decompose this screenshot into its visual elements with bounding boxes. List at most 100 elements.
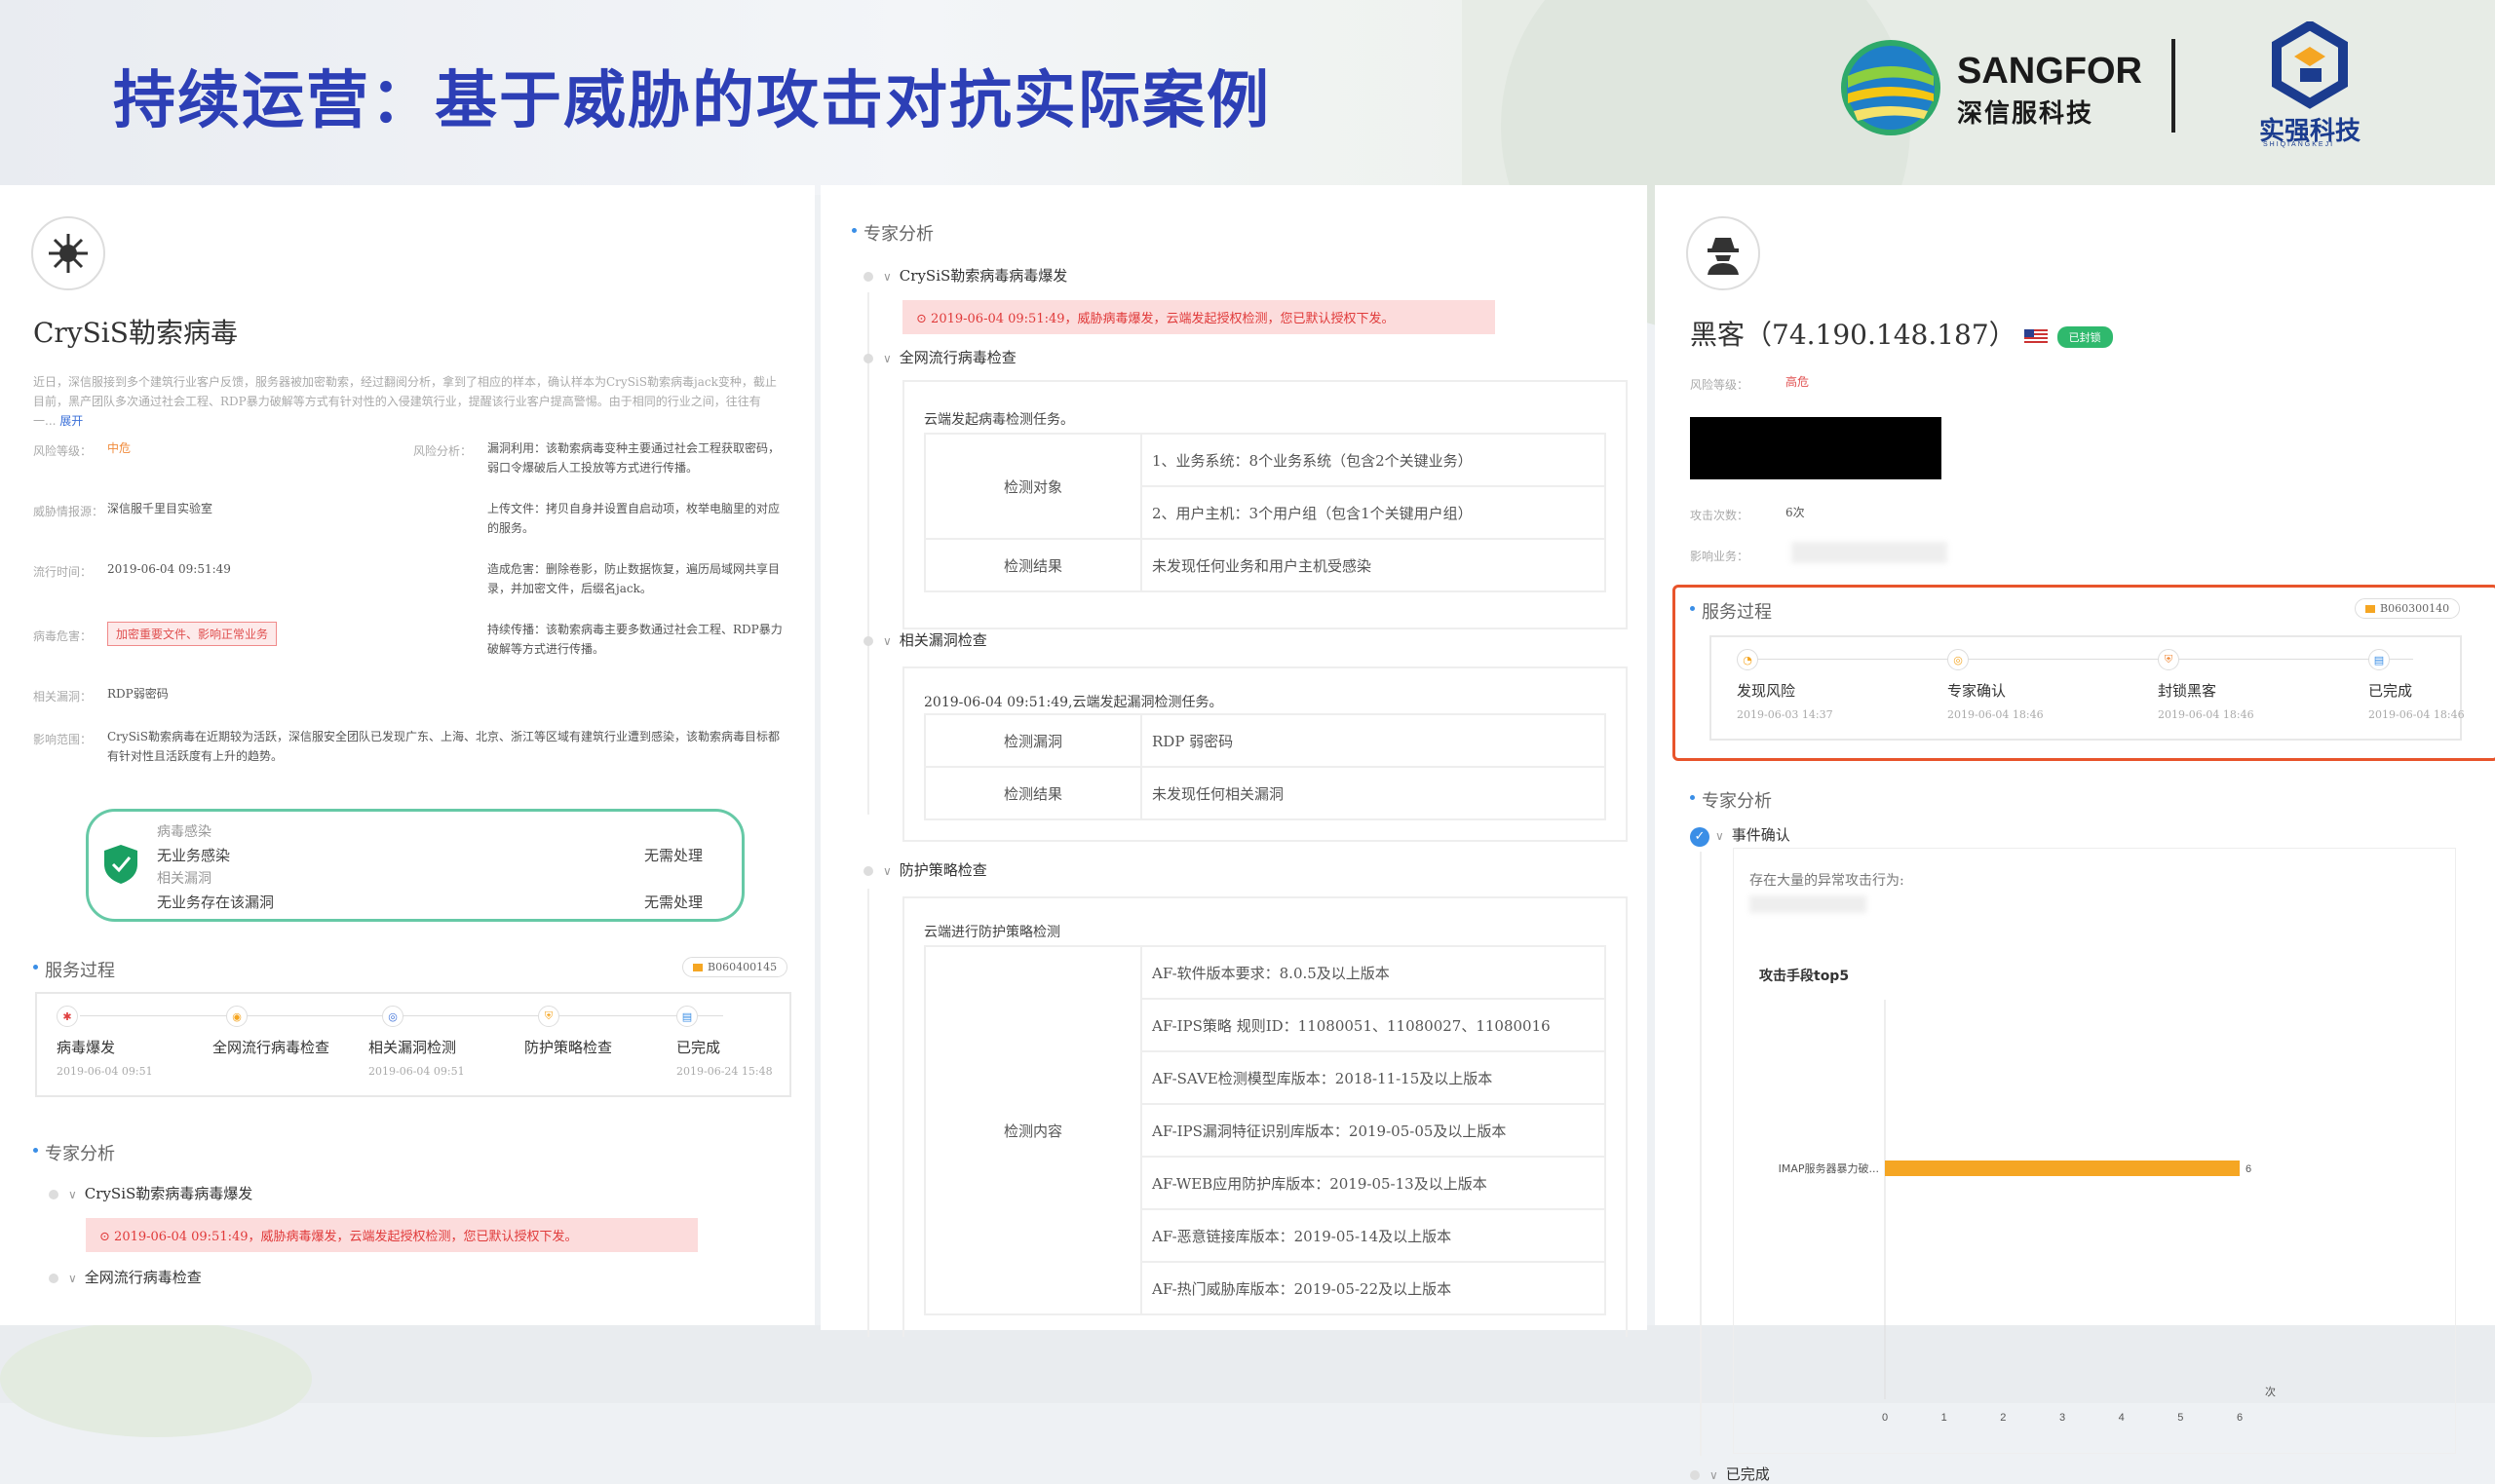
virus-icon — [31, 216, 105, 290]
process-id-badge[interactable]: B060300140 — [2355, 598, 2461, 619]
chart-x-tick-label: 0 — [1882, 1412, 1888, 1424]
chevron-down-icon: ∨ — [883, 864, 892, 878]
service-process-title: 服务过程 — [33, 957, 115, 982]
impact-label: 影响业务： — [1690, 550, 1749, 563]
virus-detail-panel: CrySiS勒索病毒 近日，深信服接到多个建筑行业客户反馈，服务器被加密勒索，经… — [0, 185, 815, 1325]
tree-node[interactable]: ∨ CrySiS勒索病毒病毒爆发 — [864, 265, 1067, 285]
chart-bar — [1885, 1161, 2240, 1176]
popular-time-value: 2019-06-04 09:51:49 — [107, 562, 231, 576]
logo-divider — [2171, 39, 2175, 133]
risk-analysis-label: 风险分析： — [413, 444, 473, 458]
document-icon: ▤ — [2368, 649, 2390, 670]
related-vuln-value: RDP弱密码 — [107, 687, 169, 701]
intel-source-label: 威胁情报源： — [33, 505, 104, 518]
tree-line — [867, 376, 869, 815]
chart-x-tick-label: 3 — [2059, 1412, 2065, 1424]
brand-name-en: SANGFOR — [1957, 51, 2142, 92]
hacker-icon — [1686, 216, 1760, 290]
virus-description: 近日，深信服接到多个建筑行业客户反馈，服务器被加密勒索，经过翻阅分析，拿到了相应… — [33, 375, 777, 428]
status-text: 无业务感染 — [157, 847, 231, 864]
blurred-value — [1791, 542, 1947, 563]
chevron-down-icon: ∨ — [68, 1272, 77, 1285]
process-id-badge[interactable]: B060400145 — [682, 957, 788, 977]
virus-check-table: 检测对象 1、业务系统：8个业务系统（包含2个关键业务） 2、用户主机：3个用户组… — [924, 433, 1606, 592]
table-caption: 云端发起病毒检测任务。 — [924, 412, 1074, 428]
risk-level-label: 风险等级： — [1690, 378, 1749, 392]
expand-link[interactable]: 展开 — [59, 414, 83, 428]
chart-x-tick-label: 1 — [1941, 1412, 1947, 1424]
tree-node[interactable]: ∨ 全网流行病毒检查 — [864, 347, 1017, 367]
redacted-block — [1690, 417, 1941, 479]
service-process-steps: ◔ 发现风险 2019-06-03 14:37 ◎ 专家确认 2019-06-0… — [1709, 635, 2465, 741]
chevron-down-icon: ∨ — [1709, 1468, 1718, 1482]
tree-node[interactable]: ✓ ∨ 事件确认 — [1690, 824, 1790, 847]
document-icon: ▤ — [676, 1006, 698, 1027]
chart-x-unit: 次 — [2265, 1385, 2276, 1398]
partner-logo-icon — [2272, 21, 2348, 109]
alert-message: ⊙ 2019-06-04 09:51:49，威胁病毒爆发，云端发起授权检测，您已… — [86, 1218, 698, 1252]
us-flag-icon — [2023, 328, 2048, 345]
chart-x-tick-label: 5 — [2177, 1412, 2183, 1424]
attack-count-label: 攻击次数： — [1690, 509, 1749, 522]
chevron-down-icon: ∨ — [68, 1188, 77, 1201]
tree-node[interactable]: ∨ 防护策略检查 — [864, 859, 987, 880]
decor-circle-bottom — [0, 1320, 312, 1437]
impact-value: CrySiS勒索病毒在近期较为活跃，深信服安全团队已发现广东、上海、北京、浙江等… — [107, 730, 780, 763]
clock-icon: ⊙ — [916, 312, 927, 326]
chevron-down-icon: ∨ — [883, 270, 892, 284]
status-action: 无需处理 — [643, 847, 703, 864]
clock-icon: ⊙ — [99, 1230, 110, 1244]
partner-subname: SHIQIANGKEJI — [2263, 141, 2335, 148]
chevron-down-icon: ∨ — [883, 352, 892, 365]
tree-node[interactable]: ∨ 已完成 — [1690, 1464, 1770, 1484]
alert-message: ⊙ 2019-06-04 09:51:49，威胁病毒爆发，云端发起授权检测，您已… — [902, 300, 1495, 334]
table-caption: 云端进行防护策略检测 — [924, 925, 1060, 940]
related-vuln-label: 相关漏洞： — [33, 690, 93, 704]
tree-node[interactable]: ∨ CrySiS勒索病毒病毒爆发 — [49, 1183, 252, 1203]
risk-level-value: 中危 — [107, 441, 132, 455]
process-step: ▤ 已完成 2019-06-04 18:46 — [2368, 649, 2465, 721]
step-connector — [1750, 659, 2413, 660]
process-step: ◎ 专家确认 2019-06-04 18:46 — [1947, 649, 2044, 721]
expert-analysis-title: 专家分析 — [1690, 787, 1772, 813]
shield-icon: ⛨ — [2158, 649, 2179, 670]
process-step: ⛨ 防护策略检查 — [524, 1006, 612, 1065]
risk-level-value: 高危 — [1785, 375, 1810, 389]
tree-node[interactable]: ∨ 相关漏洞检查 — [864, 629, 987, 650]
chart-x-tick-label: 2 — [2000, 1412, 2006, 1424]
popular-time-label: 流行时间： — [33, 565, 93, 579]
tree-line — [1700, 852, 1702, 1456]
status-title: 病毒感染 — [157, 824, 211, 840]
risk-analysis-item: 持续传播：该勒索病毒主要多数通过社会工程、RDP暴力破解等方式进行传播。 — [487, 623, 783, 656]
virus-icon: ✱ — [57, 1006, 78, 1027]
alert-icon: ◔ — [1737, 649, 1758, 670]
vuln-check-table: 检测漏洞 RDP 弱密码 检测结果 未发现任何相关漏洞 — [924, 713, 1606, 820]
harm-tag: 加密重要文件、影响正常业务 — [107, 622, 278, 646]
service-process-title: 服务过程 — [1690, 598, 1772, 624]
attack-chart-card: 存在大量的异常攻击行为: 攻击手段top5 0 1 2 3 4 5 6 次 IMAP服务器暴力破… — [1733, 848, 2456, 1454]
hacker-detail-panel: 黑客（74.190.148.187） 已封锁 风险等级： 高危 攻击次数： 6次 … — [1655, 185, 2495, 1483]
process-step: ▤ 已完成 2019-06-24 15:48 — [676, 1006, 773, 1078]
slide-title: 持续运营：基于威胁的攻击对抗实际案例 — [113, 65, 1271, 137]
chart-x-tick-label: 6 — [2237, 1412, 2243, 1424]
confirm-icon: ◎ — [1947, 649, 1969, 670]
process-step: ⛨ 封锁黑客 2019-06-04 18:46 — [2158, 649, 2254, 721]
chart-x-tick-label: 4 — [2119, 1412, 2125, 1424]
expert-analysis-title: 专家分析 — [33, 1140, 115, 1165]
chart-data-label: 6 — [2246, 1163, 2251, 1175]
expert-analysis-panel: 专家分析 ∨ CrySiS勒索病毒病毒爆发 ⊙ 2019-06-04 09:51:… — [821, 185, 1647, 1337]
impact-label: 影响范围： — [33, 733, 93, 746]
status-title: 相关漏洞 — [157, 871, 211, 887]
expert-analysis-title: 专家分析 — [852, 220, 934, 246]
status-action: 无需处理 — [643, 894, 703, 911]
process-step: ◔ 发现风险 2019-06-03 14:37 — [1737, 649, 1833, 721]
attack-count-value: 6次 — [1785, 506, 1805, 519]
risk-analysis-item: 造成危害：删除卷影，防止数据恢复，遍历局域网共享目录，并加密文件，后缀名jack… — [487, 562, 781, 595]
process-step: ◉ 全网流行病毒检查 — [212, 1006, 329, 1065]
chevron-down-icon: ∨ — [883, 634, 892, 648]
risk-analysis-item: 漏洞利用：该勒索病毒变种主要通过社会工程获取密码，弱口令爆破后人工投放等方式进行… — [487, 441, 781, 475]
process-step: ◎ 相关漏洞检测 2019-06-04 09:51 — [368, 1006, 465, 1078]
search-icon: ◉ — [226, 1006, 248, 1027]
shield-icon — [104, 845, 137, 884]
tree-node[interactable]: ∨ 全网流行病毒检查 — [49, 1267, 202, 1287]
